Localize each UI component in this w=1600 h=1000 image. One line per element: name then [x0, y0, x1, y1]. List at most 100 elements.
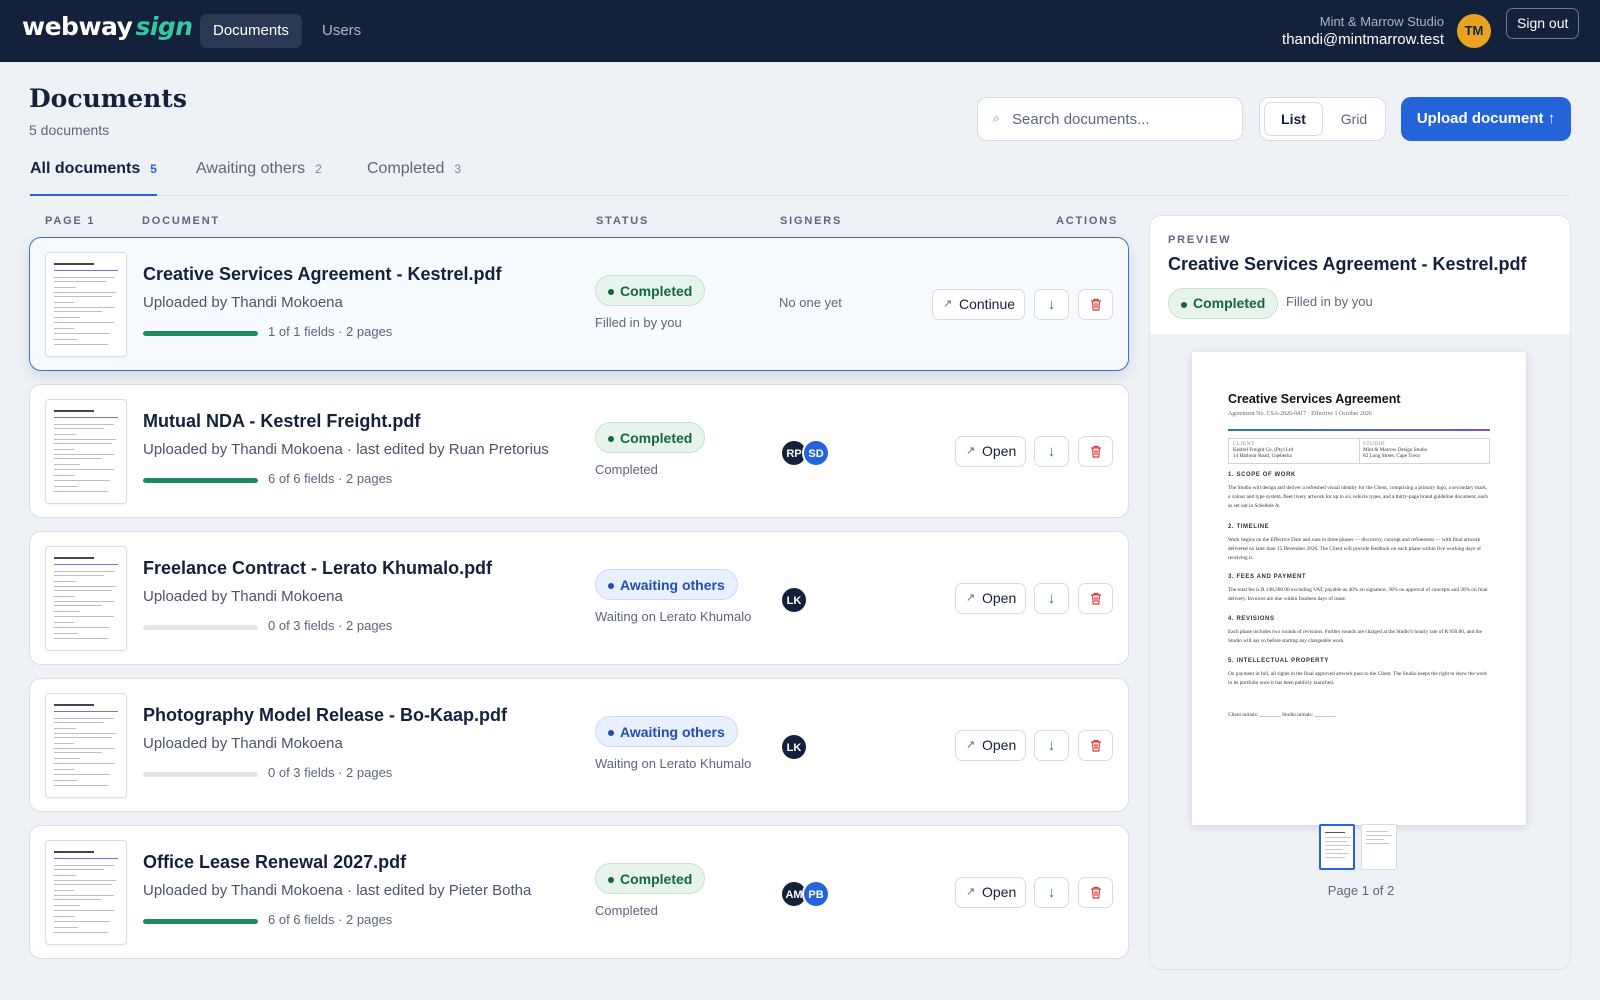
- document-uploader: Uploaded by Thandi Mokoena · last edited…: [143, 882, 532, 899]
- document-name[interactable]: Creative Services Agreement - Kestrel.pd…: [143, 264, 501, 285]
- search-input[interactable]: [1012, 108, 1232, 130]
- status-note: Completed: [595, 903, 658, 918]
- status-badge: Completed: [595, 863, 706, 894]
- signer-avatar[interactable]: LK: [780, 733, 808, 761]
- user-email: thandi@mintmarrow.test: [1282, 31, 1444, 48]
- status-note: Filled in by you: [595, 315, 682, 330]
- download-icon: ↓: [1047, 884, 1056, 901]
- parties-box: CLIENT Kestrel Freight Co. (Pty) Ltd 14 …: [1228, 438, 1490, 464]
- status-badge: Awaiting others: [595, 716, 738, 747]
- external-link-icon: ↗: [966, 445, 976, 457]
- section-paragraph: On payment in full, all rights in the fi…: [1228, 671, 1487, 686]
- fields-progress-bar: [143, 919, 258, 924]
- open-button[interactable]: ↗ Open: [955, 436, 1027, 467]
- document-thumbnail: [45, 693, 127, 798]
- column-header-status: STATUS: [596, 215, 650, 227]
- download-icon: ↓: [1047, 737, 1056, 754]
- preview-header: PREVIEW Creative Services Agreement - Ke…: [1150, 216, 1570, 334]
- signer-avatar[interactable]: PB: [802, 880, 830, 908]
- delete-button[interactable]: [1078, 730, 1113, 761]
- preview-panel: PREVIEW Creative Services Agreement - Ke…: [1149, 215, 1571, 970]
- section-paragraph: The total fee is R 148,500.00 excluding …: [1228, 587, 1488, 602]
- page-thumbnail-2[interactable]: [1361, 824, 1397, 870]
- user-account-info: Mint & Marrow Studio thandi@mintmarrow.t…: [1282, 13, 1444, 49]
- signer-avatar[interactable]: SD: [802, 439, 830, 467]
- fields-count: 6 of 6 fields · 2 pages: [268, 471, 393, 486]
- fields-progress-bar: [143, 772, 258, 777]
- delete-button[interactable]: [1078, 289, 1113, 320]
- tab-count: 2: [315, 162, 322, 176]
- download-button[interactable]: ↓: [1034, 436, 1069, 467]
- tab-all-documents[interactable]: All documents 5: [30, 150, 157, 196]
- section-heading: 5. INTELLECTUAL PROPERTY: [1228, 658, 1329, 664]
- delete-button[interactable]: [1078, 583, 1113, 614]
- document-row[interactable]: Photography Model Release - Bo-Kaap.pdf …: [29, 678, 1129, 812]
- sign-out-button[interactable]: Sign out: [1506, 8, 1580, 39]
- view-list-button[interactable]: List: [1264, 102, 1323, 136]
- download-button[interactable]: ↓: [1034, 583, 1069, 614]
- section-heading: 4. REVISIONS: [1228, 616, 1275, 622]
- tab-completed[interactable]: Completed 3: [367, 150, 461, 196]
- document-row[interactable]: Freelance Contract - Lerato Khumalo.pdf …: [29, 531, 1129, 665]
- document-uploader: Uploaded by Thandi Mokoena: [143, 588, 343, 605]
- document-uploader: Uploaded by Thandi Mokoena: [143, 735, 343, 752]
- document-row[interactable]: Office Lease Renewal 2027.pdf Uploaded b…: [29, 825, 1129, 959]
- section-heading: 3. FEES AND PAYMENT: [1228, 574, 1307, 580]
- upload-document-button[interactable]: Upload document ↑: [1401, 97, 1571, 141]
- search-box: ⌕: [977, 97, 1243, 141]
- preview-label: PREVIEW: [1168, 234, 1232, 246]
- open-button[interactable]: ↗ Open: [955, 730, 1027, 761]
- view-grid-button[interactable]: Grid: [1326, 102, 1382, 136]
- open-button[interactable]: ↗ Open: [955, 877, 1027, 908]
- fields-progress-bar: [143, 625, 258, 630]
- document-name[interactable]: Mutual NDA - Kestrel Freight.pdf: [143, 411, 420, 432]
- document-name[interactable]: Photography Model Release - Bo-Kaap.pdf: [143, 705, 507, 726]
- trash-icon: [1091, 445, 1101, 458]
- document-row[interactable]: Mutual NDA - Kestrel Freight.pdf Uploade…: [29, 384, 1129, 518]
- download-button[interactable]: ↓: [1034, 730, 1069, 761]
- column-header-signers: SIGNERS: [780, 215, 843, 227]
- delete-button[interactable]: [1078, 877, 1113, 908]
- page-thumbnail-1[interactable]: [1319, 824, 1355, 870]
- page-indicator: Page 1 of 2: [1327, 883, 1395, 898]
- download-button[interactable]: ↓: [1034, 289, 1069, 320]
- download-button[interactable]: ↓: [1034, 877, 1069, 908]
- external-link-icon: ↗: [966, 886, 976, 898]
- fields-count: 0 of 3 fields · 2 pages: [268, 618, 393, 633]
- preview-status-note: Filled in by you: [1286, 294, 1373, 309]
- tab-awaiting-others[interactable]: Awaiting others 2: [196, 150, 322, 196]
- nav-documents[interactable]: Documents: [200, 14, 302, 48]
- agreement-meta: Agreement No. CSA-2026-0417 · Effective …: [1228, 411, 1372, 417]
- open-button[interactable]: ↗ Open: [955, 583, 1027, 614]
- document-page-preview[interactable]: Creative Services Agreement Agreement No…: [1192, 352, 1526, 825]
- column-header-page: PAGE 1: [45, 215, 96, 227]
- download-icon: ↓: [1047, 590, 1056, 607]
- section-paragraph: The Studio will design and deliver a ref…: [1228, 485, 1488, 509]
- nav-users[interactable]: Users: [309, 14, 374, 48]
- document-thumbnail: [45, 399, 127, 504]
- delete-button[interactable]: [1078, 436, 1113, 467]
- document-name[interactable]: Office Lease Renewal 2027.pdf: [143, 852, 406, 873]
- initials-line: Client initials: ________ Studio initial…: [1228, 712, 1336, 718]
- title-rule: [1228, 429, 1490, 431]
- no-signers-text: No one yet: [779, 295, 842, 310]
- status-note: Waiting on Lerato Khumalo: [595, 756, 752, 771]
- brand-logo[interactable]: webway sign: [22, 12, 193, 41]
- continue-button[interactable]: ↗ Continue: [932, 289, 1026, 320]
- document-filter-tabs: All documents 5 Awaiting others 2 Complete…: [29, 150, 1571, 196]
- document-row[interactable]: Creative Services Agreement - Kestrel.pd…: [29, 237, 1129, 371]
- signer-avatar[interactable]: LK: [780, 586, 808, 614]
- document-thumbnail: [45, 840, 127, 945]
- preview-title: Creative Services Agreement - Kestrel.pd…: [1168, 254, 1527, 274]
- document-count: 5 documents: [29, 122, 110, 138]
- user-avatar[interactable]: TM: [1457, 14, 1491, 48]
- document-name[interactable]: Freelance Contract - Lerato Khumalo.pdf: [143, 558, 492, 579]
- document-uploader: Uploaded by Thandi Mokoena · last edited…: [143, 441, 549, 458]
- trash-icon: [1091, 592, 1101, 605]
- fields-progress-bar: [143, 331, 258, 336]
- document-uploader: Uploaded by Thandi Mokoena: [143, 294, 343, 311]
- search-icon: ⌕: [993, 111, 1000, 125]
- external-link-icon: ↗: [966, 739, 976, 751]
- page-thumbnails: [1319, 824, 1397, 872]
- external-link-icon: ↗: [966, 592, 976, 604]
